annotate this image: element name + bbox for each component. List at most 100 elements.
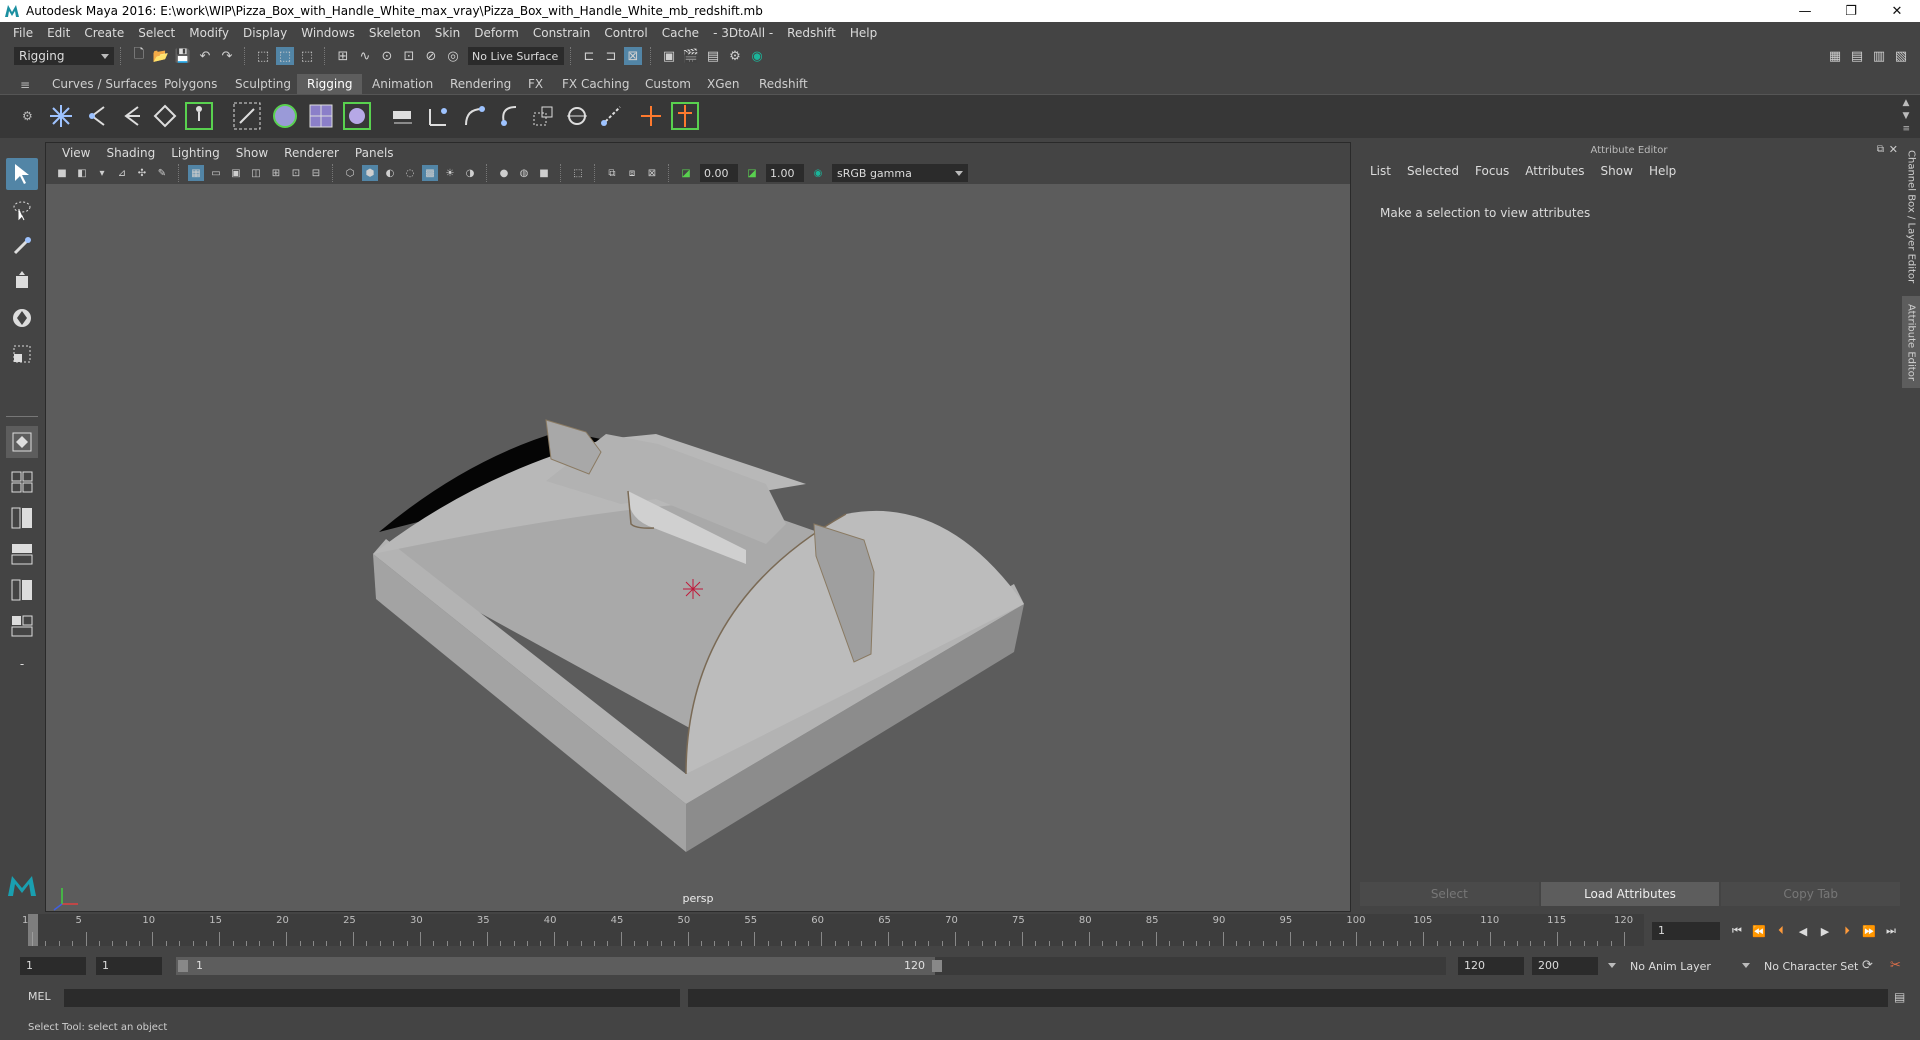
- load-attributes-button[interactable]: Load Attributes: [1540, 882, 1720, 906]
- tab-sculpting[interactable]: Sculpting: [225, 74, 301, 94]
- animation-end-field[interactable]: 200: [1532, 957, 1598, 975]
- panel-menu-renderer[interactable]: Renderer: [276, 146, 347, 160]
- tab-channel-box[interactable]: Channel Box / Layer Editor: [1902, 150, 1920, 284]
- select-button[interactable]: Select: [1360, 882, 1539, 906]
- menu-skin[interactable]: Skin: [428, 26, 468, 40]
- paint-select-tool-icon[interactable]: [6, 230, 38, 262]
- film-gate-icon[interactable]: ▭: [208, 165, 224, 181]
- save-scene-icon[interactable]: 💾: [174, 47, 192, 65]
- step-back-key-icon[interactable]: ⏴: [1770, 922, 1792, 940]
- menu-edit[interactable]: Edit: [40, 26, 77, 40]
- tool-settings-icon[interactable]: ▥: [1870, 47, 1888, 65]
- undo-icon[interactable]: ↶: [196, 47, 214, 65]
- make-live-icon[interactable]: ⊘: [422, 47, 440, 65]
- tab-rigging[interactable]: Rigging: [297, 74, 363, 94]
- time-ruler[interactable]: 1 5 10 15 20 25 30 35 40 45 50 55 60 65 70 75 80 85 90 95 10…: [22, 914, 1644, 946]
- step-forward-key-icon[interactable]: ⏵: [1836, 922, 1858, 940]
- menu-deform[interactable]: Deform: [467, 26, 526, 40]
- attr-menu-attributes[interactable]: Attributes: [1517, 164, 1592, 178]
- tab-rendering[interactable]: Rendering: [440, 74, 521, 94]
- panel-menu-shading[interactable]: Shading: [98, 146, 163, 160]
- tab-attribute-editor[interactable]: Attribute Editor: [1902, 296, 1920, 388]
- more-layouts-icon[interactable]: -: [6, 648, 38, 680]
- orient-constraint-icon[interactable]: [494, 101, 524, 131]
- attr-menu-list[interactable]: List: [1362, 164, 1399, 178]
- lasso-tool-icon[interactable]: [6, 194, 38, 226]
- modeling-toolkit-icon[interactable]: ▦: [1826, 47, 1844, 65]
- character-set-dropdown[interactable]: No Character Set: [1740, 957, 1870, 975]
- menu-constrain[interactable]: Constrain: [526, 26, 598, 40]
- screen-space-ao-icon[interactable]: ●: [496, 165, 512, 181]
- menu-control[interactable]: Control: [597, 26, 654, 40]
- tab-curves-surfaces[interactable]: Curves / Surfaces: [42, 74, 167, 94]
- outliner-layout-icon[interactable]: [6, 574, 38, 606]
- anti-aliasing-icon[interactable]: ■: [536, 165, 552, 181]
- menu-create[interactable]: Create: [77, 26, 131, 40]
- select-camera-icon[interactable]: ■: [54, 165, 70, 181]
- hypershade-layout-icon[interactable]: [6, 610, 38, 642]
- safe-action-icon[interactable]: ⊡: [288, 165, 304, 181]
- bind-skin-icon[interactable]: [232, 101, 262, 131]
- shelf-scroll-icon[interactable]: ▲ ▼ ≡: [1902, 97, 1910, 136]
- smooth-shade-icon[interactable]: ⬢: [362, 165, 378, 181]
- view-transform-dropdown[interactable]: sRGB gamma: [832, 164, 968, 182]
- construction-history-icon[interactable]: ⊠: [624, 47, 642, 65]
- range-slider-fill[interactable]: [176, 957, 935, 975]
- ik-fk-icon[interactable]: [670, 101, 700, 131]
- menu-display[interactable]: Display: [236, 26, 294, 40]
- tab-fx-caching[interactable]: FX Caching: [552, 74, 639, 94]
- isolate-select-icon[interactable]: ⬚: [570, 165, 586, 181]
- xray-icon[interactable]: ◌: [402, 165, 418, 181]
- panel-menu-lighting[interactable]: Lighting: [163, 146, 228, 160]
- pole-vector-icon[interactable]: [596, 101, 626, 131]
- aim-constraint-icon[interactable]: [460, 101, 490, 131]
- attr-menu-show[interactable]: Show: [1593, 164, 1641, 178]
- single-perspective-layout-icon[interactable]: [6, 426, 38, 458]
- smooth-bind-icon[interactable]: [270, 101, 300, 131]
- two-d-pan-zoom-icon[interactable]: ✣: [134, 165, 150, 181]
- lattice-icon[interactable]: [342, 101, 372, 131]
- tab-xgen[interactable]: XGen: [697, 74, 750, 94]
- field-chart-icon[interactable]: ⊞: [268, 165, 284, 181]
- menu-windows[interactable]: Windows: [294, 26, 362, 40]
- gate-mask-icon[interactable]: ◫: [248, 165, 264, 181]
- step-forward-icon[interactable]: ⏩: [1858, 922, 1880, 940]
- locator-icon[interactable]: [636, 101, 666, 131]
- close-button[interactable]: ✕: [1874, 0, 1920, 22]
- grid-icon[interactable]: ▦: [188, 165, 204, 181]
- close-icon[interactable]: ✕: [1889, 143, 1898, 156]
- redo-icon[interactable]: ↷: [218, 47, 236, 65]
- menu-cache[interactable]: Cache: [655, 26, 706, 40]
- hypershade-icon[interactable]: ◉: [748, 47, 766, 65]
- persp-outliner-layout-icon[interactable]: [6, 502, 38, 534]
- attribute-editor-toggle-icon[interactable]: ▤: [1848, 47, 1866, 65]
- go-to-end-icon[interactable]: ⏭: [1880, 922, 1902, 940]
- insert-joint-icon[interactable]: [82, 101, 112, 131]
- parent-constraint-icon[interactable]: [562, 101, 592, 131]
- ik-handle-icon[interactable]: [116, 101, 146, 131]
- backface-icon[interactable]: ⊠: [644, 165, 660, 181]
- menu-file[interactable]: File: [6, 26, 40, 40]
- four-view-layout-icon[interactable]: [6, 466, 38, 498]
- scale-tool-icon[interactable]: [6, 338, 38, 370]
- menu-skeleton[interactable]: Skeleton: [362, 26, 428, 40]
- textured-icon[interactable]: ▩: [422, 165, 438, 181]
- panel-menu-panels[interactable]: Panels: [347, 146, 402, 160]
- cluster-icon[interactable]: [388, 101, 418, 131]
- exposure-field[interactable]: 0.00: [700, 164, 738, 182]
- anim-layer-dropdown[interactable]: No Anim Layer: [1606, 957, 1736, 975]
- select-component-icon[interactable]: ⬚: [298, 47, 316, 65]
- snap-grid-icon[interactable]: ⊞: [334, 47, 352, 65]
- time-slider[interactable]: 1 5 10 15 20 25 30 35 40 45 50 55 60 65 70 75 80 85 90 95 10…: [14, 914, 1644, 946]
- tab-redshift[interactable]: Redshift: [749, 74, 818, 94]
- exposure-icon[interactable]: ◪: [678, 165, 694, 181]
- step-back-icon[interactable]: ⏪: [1748, 922, 1770, 940]
- menu-modify[interactable]: Modify: [182, 26, 236, 40]
- restore-button[interactable]: ❐: [1828, 0, 1874, 22]
- gamma-field[interactable]: 1.00: [766, 164, 804, 182]
- menu-help[interactable]: Help: [843, 26, 884, 40]
- range-end-handle[interactable]: [932, 960, 942, 972]
- copy-tab-button[interactable]: Copy Tab: [1721, 882, 1901, 906]
- current-frame-field[interactable]: 1: [1652, 922, 1720, 940]
- playback-start-field[interactable]: 1: [96, 957, 162, 975]
